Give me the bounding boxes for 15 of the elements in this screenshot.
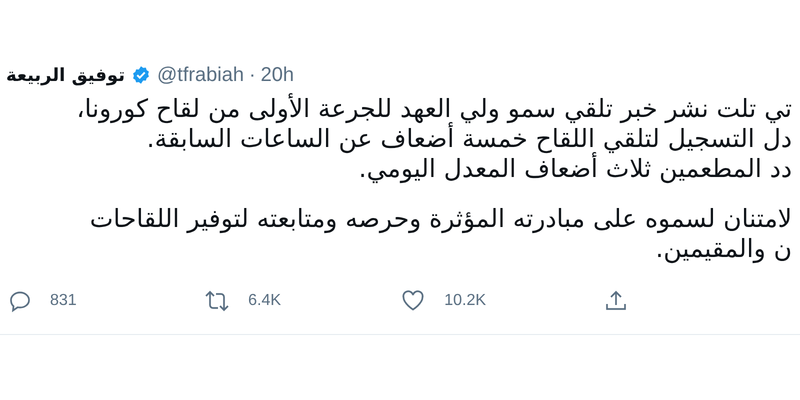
tweet-text-line: تي تلت نشر خبر تلقي سمو ولي العهد للجرعة الأولى من لقاح كورونا،	[76, 94, 792, 123]
separator-dot: ·	[249, 64, 256, 86]
speech-bubble-icon[interactable]	[8, 289, 32, 313]
tweet-time[interactable]: 20h	[260, 64, 294, 86]
tweet-text-line: ن والمقيمين.	[655, 234, 792, 263]
action-count: 6.4K	[248, 292, 282, 310]
action-count: 831	[50, 292, 77, 310]
tweet-text-line: لامتنان لسموه على مبادرته المؤثرة وحرصه ومتابعته لتوفير اللقاحات	[90, 204, 792, 233]
tweet-text-line: دد المطعمين ثلاث أضعاف المعدل اليومي.	[358, 154, 792, 183]
tweet-text-line: دل التسجيل لتلقي اللقاح خمسة أضعاف عن الساعات السابقة.	[146, 124, 792, 153]
action-count: 10.2K	[444, 292, 486, 310]
heart-icon[interactable]	[400, 289, 426, 313]
retweet-icon[interactable]	[204, 289, 230, 313]
author-handle[interactable]: @tfrabiah	[156, 64, 244, 86]
author-name[interactable]: توفيق الربيعة	[6, 64, 125, 86]
